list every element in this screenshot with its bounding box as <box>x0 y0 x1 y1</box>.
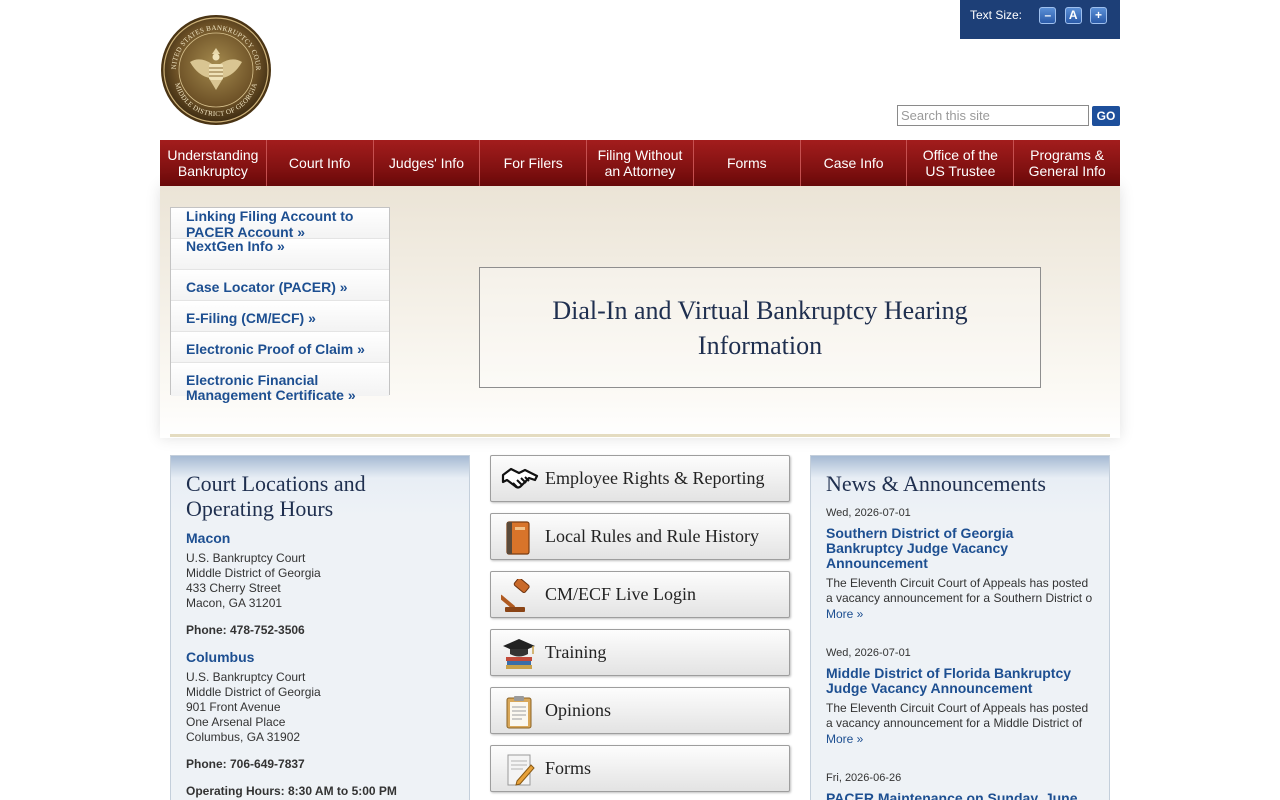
nav-us-trustee[interactable]: Office of the US Trustee <box>906 140 1013 186</box>
court-locations-panel: Court Locations and Operating Hours Macon… <box>170 455 470 800</box>
court-locations-title: Court Locations and Operating Hours <box>186 471 366 521</box>
page-wrapper: UNITED STATES BANKRUPTCY COURT MIDDLE DI… <box>160 0 1120 800</box>
news-item-link[interactable]: PACER Maintenance on Sunday, June <box>826 791 1101 800</box>
macon-address: U.S. Bankruptcy Court Middle District of… <box>186 551 321 610</box>
court-seal-logo[interactable]: UNITED STATES BANKRUPTCY COURT MIDDLE DI… <box>160 14 272 126</box>
news-summary: The Eleventh Circuit Court of Appeals ha… <box>826 576 1093 605</box>
hero-section: Linking Filing Account to PACER Account »… <box>160 186 1120 438</box>
news-date: Wed, 2026-07-01 <box>826 507 911 519</box>
training-button[interactable]: Training <box>490 629 790 676</box>
news-date: Wed, 2026-07-01 <box>826 647 911 659</box>
macon-location-link[interactable]: Macon <box>186 530 230 546</box>
nav-filing-without-attorney[interactable]: Filing Without an Attorney <box>586 140 693 186</box>
clipboard-icon <box>506 696 532 729</box>
nav-understanding-bankruptcy[interactable]: Understanding Bankruptcy <box>160 140 266 186</box>
main-navigation: Understanding Bankruptcy Court Info Judge… <box>160 140 1120 186</box>
text-size-reset-button[interactable]: A <box>1064 7 1082 24</box>
cmecf-login-button[interactable]: CM/ECF Live Login <box>490 571 790 618</box>
local-rules-button[interactable]: Local Rules and Rule History <box>490 513 790 560</box>
news-panel: News & Announcements Wed, 2026-07-01 Sou… <box>810 455 1110 800</box>
search-go-button[interactable]: GO <box>1092 106 1120 126</box>
news-item-link[interactable]: Southern District of Georgia Bankruptcy … <box>826 526 1101 571</box>
quick-links-box: Linking Filing Account to PACER Account »… <box>170 207 390 403</box>
quick-link-efiling[interactable]: E-Filing (CM/ECF) » <box>171 301 389 332</box>
quick-link-proof-of-claim[interactable]: Electronic Proof of Claim » <box>171 332 389 363</box>
operating-hours: Operating Hours: 8:30 AM to 5:00 PM <box>186 784 397 798</box>
columbus-address: U.S. Bankruptcy Court Middle District of… <box>186 670 321 744</box>
forms-button[interactable]: Forms <box>490 745 790 792</box>
training-label: Training <box>545 642 607 662</box>
employee-rights-button[interactable]: Employee Rights & Reporting <box>490 455 790 502</box>
news-date: Fri, 2026-06-26 <box>826 772 902 784</box>
forms-label: Forms <box>545 758 592 778</box>
search-input[interactable] <box>897 105 1089 126</box>
gavel-icon <box>501 579 530 612</box>
quick-link-pacer-account[interactable]: Linking Filing Account to PACER Account » <box>171 208 389 240</box>
section-divider <box>170 434 1110 437</box>
nav-forms[interactable]: Forms <box>692 140 800 186</box>
columbus-phone: Phone: 706-649-7837 <box>186 757 305 771</box>
news-summary: The Eleventh Circuit Court of Appeals ha… <box>826 701 1089 730</box>
hearing-info-banner[interactable]: Dial-In and Virtual Bankruptcy Hearing I… <box>479 267 1041 388</box>
form-pencil-icon <box>507 754 535 786</box>
employee-rights-label: Employee Rights & Reporting <box>545 468 765 488</box>
quick-link-case-locator[interactable]: Case Locator (PACER) » <box>171 270 389 301</box>
text-size-label: Text Size: <box>970 8 1023 22</box>
nav-for-filers[interactable]: For Filers <box>479 140 586 186</box>
local-rules-label: Local Rules and Rule History <box>545 526 759 546</box>
opinions-label: Opinions <box>545 700 612 720</box>
graduation-cap-icon <box>503 639 535 669</box>
news-item-link[interactable]: Middle District of Florida Bankruptcy Ju… <box>826 666 1101 696</box>
columbus-location-link[interactable]: Columbus <box>186 649 254 665</box>
nav-court-info[interactable]: Court Info <box>265 140 373 186</box>
handshake-icon <box>501 467 539 489</box>
macon-phone: Phone: 478-752-3506 <box>186 623 305 637</box>
news-more-link[interactable]: More » <box>826 607 863 621</box>
news-title: News & Announcements <box>826 471 1046 496</box>
book-icon <box>506 521 530 555</box>
cmecf-login-label: CM/ECF Live Login <box>545 584 697 604</box>
text-size-increase-button[interactable]: + <box>1090 7 1108 24</box>
quick-link-nextgen[interactable]: NextGen Info » <box>171 239 389 270</box>
quick-link-efm-certificate[interactable]: Electronic Financial Management Certifica… <box>171 363 389 403</box>
opinions-button[interactable]: Opinions <box>490 687 790 734</box>
nav-programs-general-info[interactable]: Programs & General Info <box>1013 140 1120 186</box>
nav-case-info[interactable]: Case Info <box>799 140 907 186</box>
text-size-widget: Text Size: – A + <box>960 0 1120 39</box>
news-more-link[interactable]: More » <box>826 732 863 746</box>
text-size-decrease-button[interactable]: – <box>1039 7 1057 24</box>
nav-judges-info[interactable]: Judges' Info <box>372 140 480 186</box>
